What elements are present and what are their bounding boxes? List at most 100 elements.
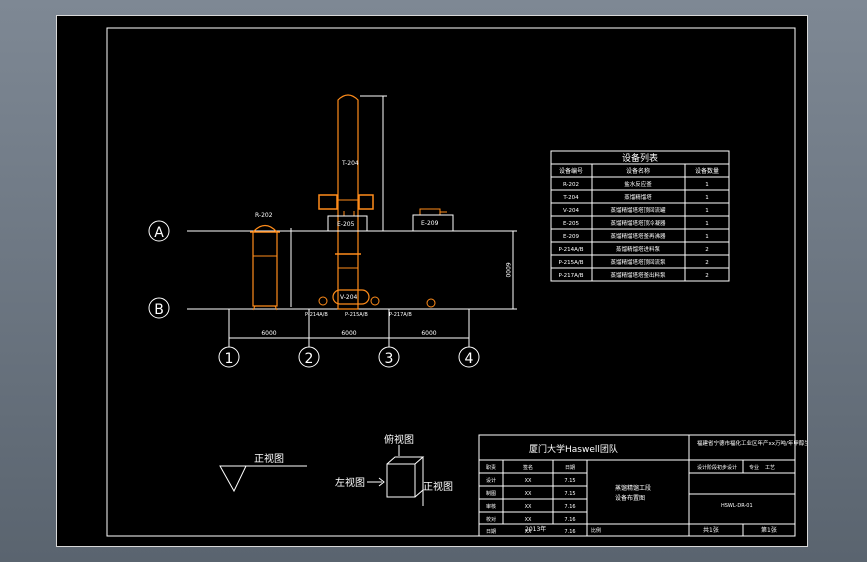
drawing-sheet: A B 6000 6000 6000 1 2 3 4 6000 R-202 T-… [56, 15, 808, 547]
svg-text:B: B [154, 302, 164, 318]
svg-text:1: 1 [705, 195, 709, 201]
svg-text:签名: 签名 [523, 464, 533, 471]
svg-text:1: 1 [705, 221, 709, 227]
title-role-row: 设计 XX 7.15 [486, 477, 576, 484]
svg-text:XX: XX [525, 504, 532, 510]
svg-text:P-214A/B: P-214A/B [558, 247, 583, 253]
tag-t204: T-204 [341, 160, 359, 167]
svg-text:XX: XX [525, 478, 532, 484]
svg-text:2: 2 [705, 260, 709, 266]
span-dim-3: 6000 [421, 330, 436, 337]
title-drawing-no: HSWL-DR-01 [721, 503, 753, 509]
svg-text:1: 1 [705, 234, 709, 240]
axis-bubble-4: 4 [458, 346, 480, 368]
view-cube [367, 445, 425, 506]
svg-text:日期: 日期 [486, 529, 496, 535]
left-view-label: 左视图 [335, 476, 365, 489]
svg-text:蒸馏精馏塔塔釜出料泵: 蒸馏精馏塔塔釜出料泵 [610, 271, 666, 279]
svg-text:日期: 日期 [565, 465, 575, 471]
column-t204 [335, 94, 387, 310]
equipment-table-row: R-202 盐水反应釜 1 [563, 180, 709, 188]
axis-bubble-3: 3 [378, 346, 400, 368]
svg-text:1: 1 [705, 182, 709, 188]
title-center-1: 蒸馏精馏工段 [615, 484, 651, 492]
svg-text:1: 1 [225, 351, 234, 367]
svg-text:蒸馏精馏塔塔顶冷凝器: 蒸馏精馏塔塔顶冷凝器 [610, 219, 666, 227]
svg-text:职责: 职责 [486, 464, 496, 471]
svg-text:蒸馏精馏塔塔顶回流泵: 蒸馏精馏塔塔顶回流泵 [610, 258, 666, 266]
svg-text:T-204: T-204 [562, 195, 579, 201]
svg-text:R-202: R-202 [563, 182, 579, 188]
title-stage: 设计阶段 [697, 464, 717, 471]
svg-text:P-215A/B: P-215A/B [558, 260, 583, 266]
axis-bubble-2: 2 [298, 346, 320, 368]
svg-text:XX: XX [525, 517, 532, 523]
title-project: 福建省宁德市福化工业区年产xx万吨/年甲醇生产项目 [697, 439, 807, 447]
title-center-2: 设备布置图 [615, 494, 645, 502]
svg-text:蒸馏精馏塔: 蒸馏精馏塔 [624, 193, 652, 201]
svg-text:XX: XX [525, 491, 532, 497]
title-role-row: 审核 XX 7.16 [486, 503, 576, 510]
tag-p217: P-217A/B [389, 312, 412, 318]
svg-text:蒸馏精馏塔塔釜再沸器: 蒸馏精馏塔塔釜再沸器 [610, 232, 666, 240]
title-year: 2013年 [525, 525, 546, 533]
svg-text:1: 1 [705, 208, 709, 214]
svg-text:7.16: 7.16 [564, 504, 575, 510]
front-view-symbol-label: 正视图 [254, 452, 284, 465]
svg-text:E-205: E-205 [563, 221, 579, 227]
equipment-table-row: V-204 蒸馏精馏塔塔顶回流罐 1 [563, 206, 709, 214]
title-pages: 共1张 [703, 526, 719, 534]
title-role-row: 校对 XX 7.16 [486, 516, 576, 523]
svg-text:设备数量: 设备数量 [695, 167, 719, 175]
svg-text:制图: 制图 [486, 490, 496, 497]
tag-r202: R-202 [255, 212, 273, 219]
title-spec-value: 工艺 [765, 465, 775, 471]
title-scale-label: 比例 [591, 527, 601, 534]
title-team: 厦门大学Haswell团队 [529, 443, 618, 455]
title-stage-value: 初步设计 [717, 464, 737, 471]
svg-text:设备名称: 设备名称 [626, 167, 650, 175]
svg-text:盐水反应釜: 盐水反应釜 [624, 180, 652, 188]
title-page: 第1张 [761, 526, 777, 534]
svg-text:7.16: 7.16 [564, 517, 575, 523]
equipment-table-title: 设备列表 [622, 152, 658, 164]
svg-text:2: 2 [705, 273, 709, 279]
pump-p217 [426, 298, 436, 308]
svg-text:2: 2 [705, 247, 709, 253]
svg-text:P-217A/B: P-217A/B [558, 273, 583, 279]
equipment-table-row: E-205 蒸馏精馏塔塔顶冷凝器 1 [563, 219, 709, 227]
axis-bubble-1: 1 [218, 346, 240, 368]
svg-text:7.15: 7.15 [564, 478, 575, 484]
tag-p215: P-215A/B [345, 312, 368, 318]
svg-text:设计: 设计 [486, 477, 496, 484]
equipment-table-row: P-214A/B 蒸馏精馏塔进料泵 2 [558, 245, 708, 253]
layout-drawing: A B 6000 6000 6000 1 2 3 4 6000 R-202 T-… [106, 27, 807, 537]
title-spec: 专业 [749, 464, 759, 471]
height-dimension [512, 230, 517, 310]
svg-text:7.15: 7.15 [564, 491, 575, 497]
svg-text:蒸馏精馏塔进料泵: 蒸馏精馏塔进料泵 [616, 245, 661, 253]
svg-text:审核: 审核 [486, 503, 496, 510]
reactor-r202 [250, 224, 292, 311]
tag-e205: E-205 [337, 221, 355, 228]
equipment-table-row: E-209 蒸馏精馏塔塔釜再沸器 1 [563, 232, 709, 240]
tag-v204: V-204 [340, 294, 358, 301]
top-view-label: 俯视图 [384, 433, 414, 446]
title-role-row: 制图 XX 7.15 [486, 490, 576, 497]
equipment-table-header: 设备编号 设备名称 设备数量 [559, 167, 719, 175]
equipment-table-row: P-215A/B 蒸馏精馏塔塔顶回流泵 2 [558, 258, 708, 266]
equipment-table-row: T-204 蒸馏精馏塔 1 [562, 193, 708, 201]
span-dim-1: 6000 [261, 330, 276, 337]
svg-text:E-209: E-209 [563, 234, 579, 240]
svg-text:7.16: 7.16 [564, 529, 575, 535]
front-view-symbol [219, 465, 307, 493]
equipment-table-row: P-217A/B 蒸馏精馏塔塔釜出料泵 2 [558, 271, 708, 279]
svg-text:3: 3 [385, 351, 394, 367]
tag-p214: P-214A/B [305, 312, 328, 318]
svg-text:4: 4 [465, 351, 474, 367]
svg-text:V-204: V-204 [563, 208, 579, 214]
title-roles-header: 职责 签名 日期 [486, 464, 575, 471]
height-dim-label: 6000 [504, 262, 511, 277]
front-view-label: 正视图 [423, 480, 453, 493]
svg-text:校对: 校对 [486, 516, 496, 523]
